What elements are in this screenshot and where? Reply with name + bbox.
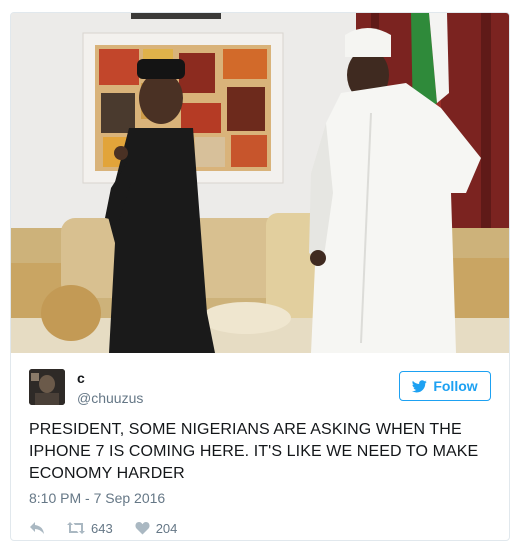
avatar[interactable]: [29, 369, 65, 405]
tweet-text: PRESIDENT, SOME NIGERIANS ARE ASKING WHE…: [29, 421, 479, 482]
tweet-header: c @chuuzus Follow: [29, 369, 491, 409]
reply-button[interactable]: [29, 521, 45, 535]
heart-icon: [135, 522, 150, 535]
retweet-icon: [67, 522, 85, 534]
tweet-photo[interactable]: [11, 13, 509, 353]
tweet-timestamp[interactable]: 8:10 PM - 7 Sep 2016: [29, 490, 165, 506]
tweet-actions: 643 204: [29, 518, 199, 538]
twitter-bird-icon: [412, 379, 428, 392]
reply-icon: [30, 522, 44, 534]
retweet-count: 643: [91, 520, 113, 536]
follow-label: Follow: [433, 378, 478, 394]
like-count: 204: [155, 520, 178, 536]
tweet-card: c @chuuzus Follow PRESIDENT, SOME NIGERI…: [10, 12, 510, 541]
user-handle[interactable]: @chuuzus: [77, 390, 143, 406]
display-name[interactable]: c: [77, 370, 85, 386]
like-button[interactable]: 204: [135, 520, 178, 536]
retweet-button[interactable]: 643: [67, 521, 113, 536]
follow-button[interactable]: Follow: [399, 371, 491, 401]
